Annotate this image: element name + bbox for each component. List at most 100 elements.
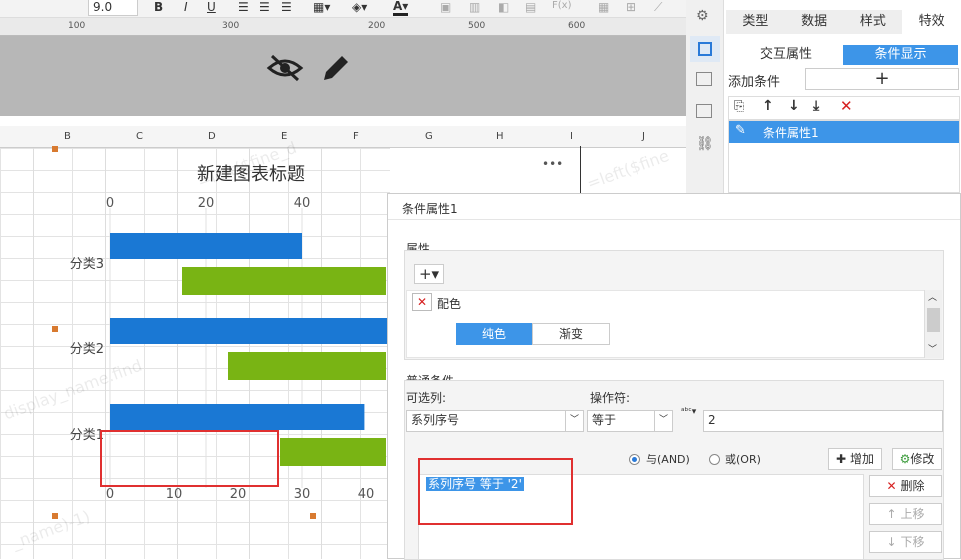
operator-select[interactable]: 等于 ﹀ [587,410,673,432]
resize-handle[interactable] [310,513,316,519]
gradient-option[interactable]: 渐变 [532,323,610,345]
chart-category-label: 分类3 [70,257,104,272]
move-bottom-icon[interactable]: ⤓ [813,98,819,114]
remove-attr-icon[interactable]: ✕ [412,293,432,311]
line-icon[interactable]: ⟋ [654,0,662,15]
fill-color-icon[interactable]: ◈▾ [352,0,367,14]
sub-tab-interactive[interactable]: 交互属性 [729,45,843,65]
move-down-button[interactable]: ↓ 下移 [869,531,942,553]
or-label: 或(OR) [725,453,761,466]
form-icon[interactable] [696,104,712,118]
border-icon[interactable]: ▦▾ [313,0,330,14]
font-color-icon[interactable]: A▾ [393,0,409,16]
attr-scrollbar[interactable]: ︿ ﹀ [924,290,942,358]
chart-bar-series-1 [110,318,388,344]
operator-select-value: 等于 [592,413,617,427]
arrow-up-icon[interactable]: ↑ [762,98,774,114]
attr-color-label: 配色 [437,297,462,311]
highlight-box-condition [418,458,573,525]
add-button[interactable]: ✚ 增加 [828,448,882,470]
chart-category-label: 分类2 [70,342,104,357]
cond-item-label: 条件属性1 [763,126,819,140]
scroll-down-icon[interactable]: ﹀ [928,342,937,355]
resize-handle[interactable] [52,513,58,519]
float-icon[interactable] [696,72,712,86]
grid-icon[interactable]: ▤ [525,0,536,14]
copy-icon[interactable]: ⎘ [734,99,744,114]
tab-data[interactable]: 数据 [785,10,844,34]
delete-button-label: 删除 [900,479,925,493]
value-type-icon[interactable]: ᵃᵇᶜ▾ [681,408,696,417]
edit-pencil-icon[interactable] [320,52,352,84]
modify-button[interactable]: ⚙修改 [892,448,942,470]
insert-image-icon[interactable]: ▣ [440,0,451,14]
chart-bar-series-2 [182,267,386,295]
underline-button[interactable]: U [207,0,216,14]
widget-attr-icon[interactable] [690,36,720,62]
column-select-label: 可选列: [406,391,447,405]
condition-dialog: 条件属性1 属性 +▾ ✕ 配色 纯色 渐变 ︿ ﹀ 普通条件 可选列: 操作符… [387,193,961,560]
chart-top-tick: 40 [294,196,311,211]
sub-tab-condition[interactable]: 条件显示 [843,45,958,65]
link-icon[interactable]: ⛓ [696,136,714,152]
bold-button[interactable]: B [154,0,163,14]
delete-x-icon: ✕ [886,479,897,493]
arrow-down-icon[interactable]: ↓ [788,98,800,114]
ruler-mark: 300 [222,21,240,31]
resize-handle[interactable] [52,146,58,152]
chart-more-button[interactable]: ••• [542,157,563,171]
and-label: 与(AND) [646,453,690,466]
or-radio[interactable] [709,454,720,465]
scroll-thumb[interactable] [927,308,940,332]
insert-chart-icon[interactable]: ▥ [469,0,480,14]
column-label: J [642,131,645,142]
table-icon[interactable]: ▦ [598,0,609,14]
italic-button[interactable]: I [184,0,188,14]
value-input[interactable]: 2 [703,410,943,432]
font-size-field[interactable]: 9.0 [88,0,138,16]
scroll-up-icon[interactable]: ︿ [928,290,937,303]
move-up-button[interactable]: ↑ 上移 [869,503,942,525]
ruler-mark: 100 [68,21,86,31]
resize-handle[interactable] [52,326,58,332]
ruler-mark: 500 [468,21,486,31]
ruler-mark: 200 [368,21,386,31]
chart-right-border [580,146,588,194]
modify-icon: ⚙ [899,452,911,466]
horizontal-ruler: 100 200 300 500 600 [0,18,686,36]
dialog-header: 条件属性1 [388,194,960,220]
align-right-icon[interactable]: ☰ [281,0,292,14]
insert-shape-icon[interactable]: ◧ [498,0,509,14]
chart-bottom-tick: 40 [358,487,375,502]
delete-icon[interactable]: ✕ [840,97,853,115]
column-label: G [425,131,433,142]
add-attr-button[interactable]: +▾ [414,264,444,284]
column-select[interactable]: 系列序号 ﹀ [406,410,584,432]
column-select-value: 系列序号 [411,413,460,427]
insert-icon[interactable]: ⊞ [626,0,636,14]
delete-button[interactable]: ✕ 删除 [869,475,942,497]
plus-icon: ✚ [836,452,847,466]
tab-style[interactable]: 样式 [844,10,903,34]
chevron-down-icon[interactable]: ﹀ [565,411,583,431]
cell-attr-icon[interactable]: ⚙ [696,8,714,26]
cond-list-item[interactable]: ✎ 条件属性1 [729,121,959,143]
chart-top-tick: 0 [106,196,114,211]
tab-effects[interactable]: 特效 [902,10,961,34]
down-arrow-icon: ↓ [886,535,897,549]
eye-hidden-icon[interactable] [266,52,304,84]
ruler-mark: 600 [568,21,586,31]
solid-color-option[interactable]: 纯色 [456,323,532,345]
align-center-icon[interactable]: ☰ [259,0,270,14]
formula-icon[interactable]: F(x) [552,0,571,11]
and-radio[interactable] [629,454,640,465]
column-label: C [136,131,143,142]
chart-bar-series-1 [110,404,365,430]
tab-type[interactable]: 类型 [726,10,785,34]
add-condition-button[interactable]: + [805,68,959,90]
align-left-icon[interactable]: ☰ [238,0,249,14]
chevron-down-icon[interactable]: ﹀ [654,411,672,431]
column-label: D [208,131,216,142]
column-label: I [570,131,573,142]
dialog-title: 条件属性1 [402,202,458,216]
